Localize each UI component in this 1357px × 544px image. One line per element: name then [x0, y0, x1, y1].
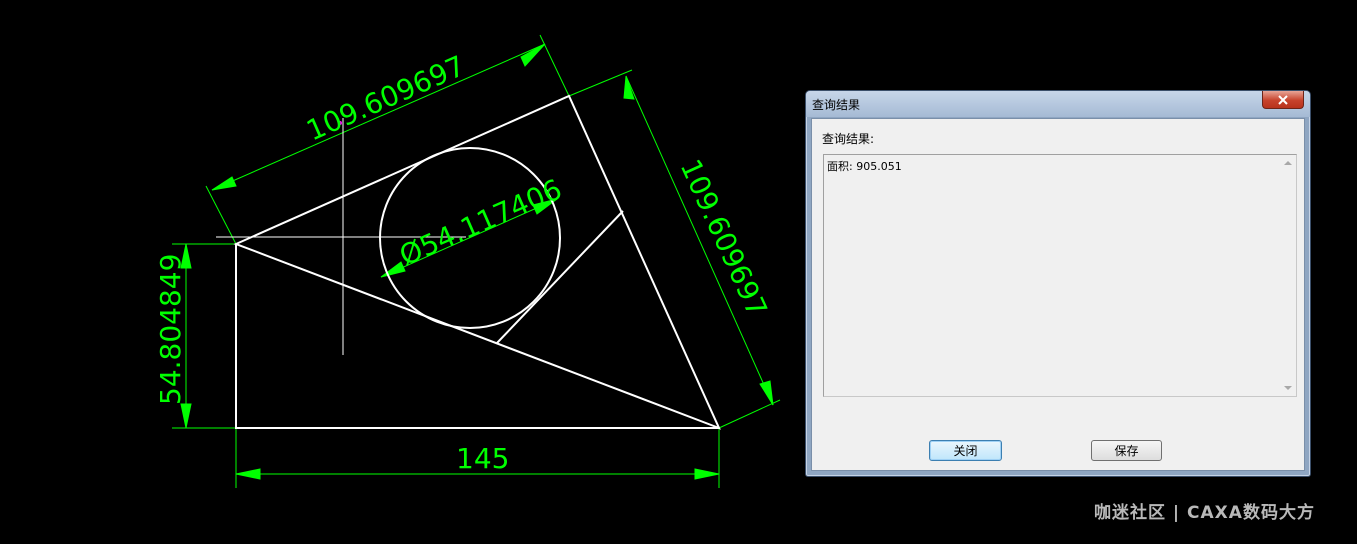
- scroll-down-arrow-icon[interactable]: [1284, 386, 1292, 390]
- right-dimension-text: 109.609697: [674, 154, 774, 322]
- query-result-dialog[interactable]: 查询结果 查询结果: 面积: 905.051 关闭 保存: [805, 90, 1311, 477]
- arrow-head: [235, 468, 261, 480]
- close-x-icon: [1278, 94, 1288, 105]
- top-dimension-text: 109.609697: [302, 49, 470, 147]
- dialog-title: 查询结果: [812, 98, 861, 112]
- result-text: 面积: 905.051: [827, 160, 902, 173]
- diameter-dimension-text: Ø54.117406: [395, 172, 567, 272]
- vertical-scrollbar[interactable]: [1280, 155, 1296, 396]
- arrow-head: [623, 75, 635, 100]
- arrow-head: [759, 380, 774, 406]
- arrow-head: [694, 468, 720, 480]
- dialog-titlebar[interactable]: 查询结果: [806, 91, 1310, 117]
- arrow-head: [520, 43, 546, 67]
- window-close-button[interactable]: [1262, 91, 1304, 109]
- left-dimension-text: 54.804849: [154, 254, 187, 405]
- triangle-shape: [233, 94, 721, 430]
- close-button[interactable]: 关闭: [929, 440, 1002, 461]
- save-button[interactable]: 保存: [1091, 440, 1162, 461]
- scroll-up-arrow-icon[interactable]: [1284, 161, 1292, 165]
- arrow-head: [211, 176, 237, 191]
- right-dimension-line: [625, 75, 774, 406]
- arrow-head: [180, 403, 192, 429]
- bottom-dimension-text: 145: [456, 442, 509, 475]
- dimension-extension-lines: [172, 34, 781, 488]
- result-text-area[interactable]: 面积: 905.051: [823, 154, 1297, 397]
- geometry: [233, 94, 721, 430]
- result-label: 查询结果:: [822, 132, 875, 146]
- watermark-text: 咖迷社区 | CAXA数码大方: [1094, 503, 1315, 523]
- dialog-client-area: 查询结果: 面积: 905.051 关闭 保存: [811, 118, 1305, 471]
